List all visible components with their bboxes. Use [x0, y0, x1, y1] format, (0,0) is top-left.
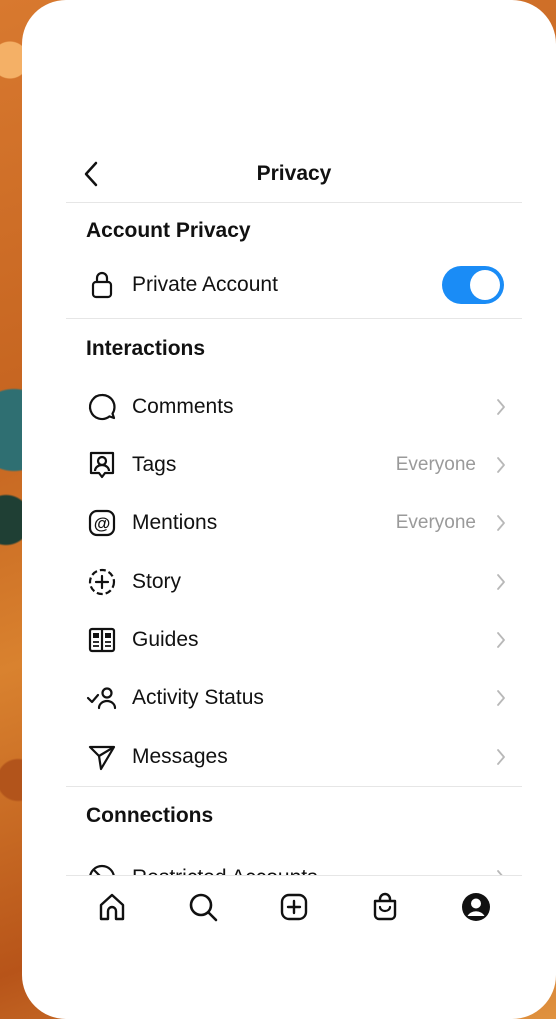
plus-square-icon: [280, 893, 308, 921]
shopping-bag-icon: [373, 892, 397, 921]
tab-search[interactable]: [183, 887, 223, 927]
setting-label: Comments: [132, 395, 234, 418]
private-account-toggle[interactable]: [442, 266, 504, 304]
page-title: Privacy: [256, 162, 332, 185]
tag-person-icon: [84, 447, 120, 483]
tab-home[interactable]: [92, 887, 132, 927]
chevron-right-icon: [494, 748, 508, 766]
setting-label: Messages: [132, 745, 228, 768]
tab-profile[interactable]: [456, 887, 496, 927]
profile-icon: [462, 893, 491, 921]
phone-screen: Privacy Account Privacy Private Account …: [22, 0, 556, 1019]
header: Privacy: [66, 146, 522, 203]
at-sign-icon: @: [84, 505, 120, 541]
private-account-label: Private Account: [132, 273, 278, 296]
setting-row-comments[interactable]: Comments: [66, 382, 522, 432]
chevron-right-icon: [494, 398, 508, 416]
setting-label: Mentions: [132, 511, 218, 534]
lock-icon: [84, 267, 120, 303]
setting-label: Story: [132, 570, 182, 593]
search-icon: [189, 893, 218, 922]
comment-bubble-icon: [84, 389, 120, 425]
setting-row-mentions[interactable]: @ Mentions Everyone: [66, 498, 522, 548]
svg-text:@: @: [94, 514, 111, 533]
tab-create[interactable]: [274, 887, 314, 927]
home-icon: [99, 893, 124, 921]
setting-label: Activity Status: [132, 686, 264, 709]
tab-shop[interactable]: [365, 887, 405, 927]
chevron-right-icon: [494, 456, 508, 474]
story-add-icon: [84, 564, 120, 600]
setting-row-guides[interactable]: Guides: [66, 615, 522, 665]
bottom-tab-bar: [66, 875, 522, 938]
activity-status-icon: [84, 680, 120, 716]
setting-label: Tags: [132, 453, 177, 476]
setting-row-restricted-accounts[interactable]: Restricted Accounts: [66, 858, 522, 876]
divider: [66, 318, 522, 319]
paper-plane-icon: [84, 739, 120, 775]
restricted-icon: [84, 860, 120, 876]
private-account-row[interactable]: Private Account: [66, 260, 522, 310]
chevron-right-icon: [494, 573, 508, 591]
setting-value: Everyone: [395, 512, 476, 533]
setting-value: Everyone: [395, 454, 476, 475]
privacy-settings-screen: Privacy Account Privacy Private Account …: [22, 0, 556, 1019]
guides-book-icon: [84, 622, 120, 658]
chevron-right-icon: [494, 514, 508, 532]
chevron-right-icon: [494, 689, 508, 707]
toggle-knob: [470, 270, 500, 300]
divider: [66, 786, 522, 787]
setting-label: Guides: [132, 628, 199, 651]
section-title-connections: Connections: [86, 804, 214, 827]
setting-row-messages[interactable]: Messages: [66, 732, 522, 782]
setting-row-activity-status[interactable]: Activity Status: [66, 673, 522, 723]
section-title-interactions: Interactions: [86, 337, 206, 360]
setting-row-tags[interactable]: Tags Everyone: [66, 440, 522, 490]
setting-row-story[interactable]: Story: [66, 557, 522, 607]
section-title-account-privacy: Account Privacy: [86, 219, 251, 242]
chevron-right-icon: [494, 631, 508, 649]
